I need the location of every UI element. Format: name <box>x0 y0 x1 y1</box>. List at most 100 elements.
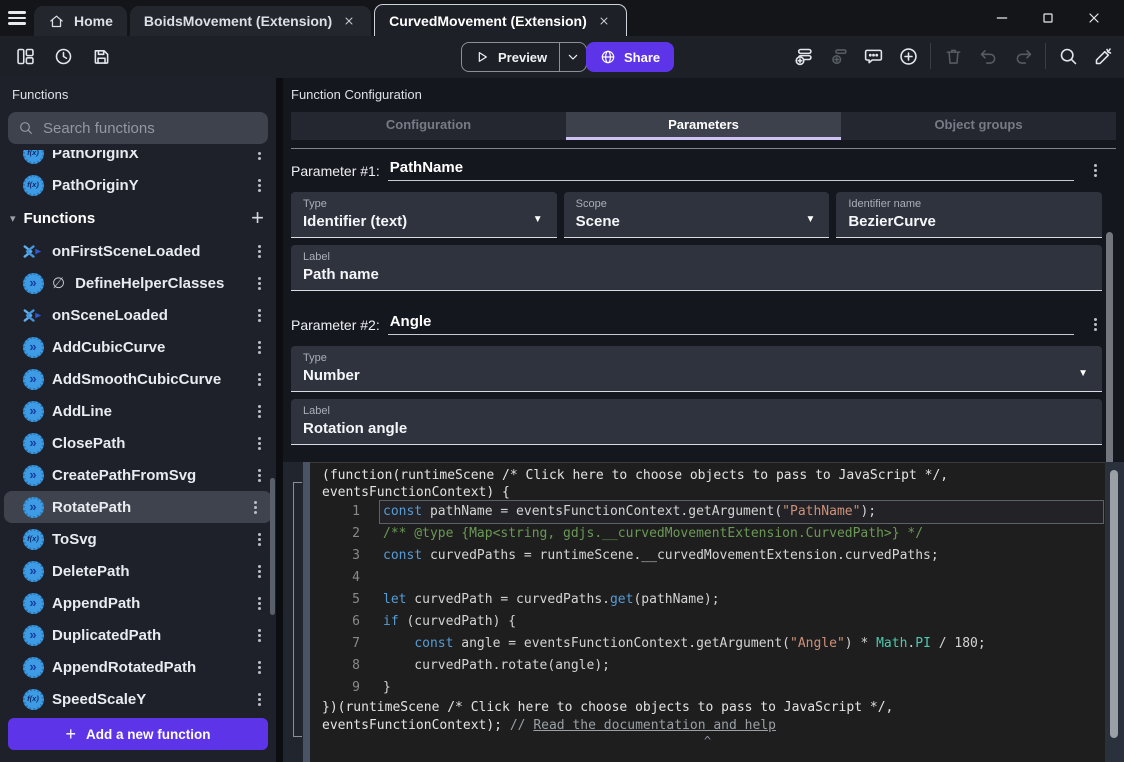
fields-row: TypeNumber▼ <box>291 346 1102 392</box>
code-line-9[interactable]: 9} <box>310 677 1105 699</box>
save-icon[interactable] <box>88 43 114 69</box>
parameter-name-input[interactable]: Angle <box>388 313 1074 335</box>
tab-configuration[interactable]: Configuration <box>291 112 566 140</box>
item-menu-icon[interactable] <box>252 244 266 258</box>
parameter-name-input[interactable]: PathName <box>388 159 1074 181</box>
tab-object-groups[interactable]: Object groups <box>841 112 1116 140</box>
item-menu-icon[interactable] <box>252 308 266 322</box>
event-drag-handle[interactable] <box>303 462 310 762</box>
search-icon[interactable] <box>1055 43 1081 69</box>
tab-parameters[interactable]: Parameters <box>566 112 841 140</box>
item-menu-icon[interactable] <box>252 660 266 674</box>
hamburger-menu-icon[interactable] <box>0 3 34 33</box>
tab-boidsmovement-extension-[interactable]: BoidsMovement (Extension) <box>130 6 371 36</box>
search-functions-input[interactable]: Search functions <box>8 112 268 144</box>
type-field[interactable]: TypeIdentifier (text)▼ <box>291 192 557 238</box>
add-function-plus-icon[interactable]: + <box>251 207 264 229</box>
sidebar-item-addsmoothcubiccurve[interactable]: »AddSmoothCubicCurve <box>0 363 276 395</box>
sidebar-item-onsceneloaded[interactable]: onSceneLoaded <box>0 299 276 331</box>
sidebar-item-addline[interactable]: »AddLine <box>0 395 276 427</box>
item-menu-icon[interactable] <box>252 372 266 386</box>
item-menu-icon[interactable] <box>252 468 266 482</box>
functions-list: f(x)PathOriginXf(x)PathOriginY▾Functions… <box>0 150 276 712</box>
item-menu-icon[interactable] <box>252 404 266 418</box>
label-field[interactable]: LabelPath name <box>291 245 1102 291</box>
item-menu-icon[interactable] <box>252 436 266 450</box>
function-name: ClosePath <box>52 435 244 452</box>
collapse-triangle-icon[interactable]: ▾ <box>10 212 16 225</box>
sidebar-item-addcubiccurve[interactable]: »AddCubicCurve <box>0 331 276 363</box>
edit-scene-icon[interactable] <box>1090 43 1116 69</box>
sidebar-item-closepath[interactable]: »ClosePath <box>0 427 276 459</box>
code-wrapper-line[interactable]: (function(runtimeScene /* Click here to … <box>310 468 1105 485</box>
label-field[interactable]: LabelRotation angle <box>291 399 1102 445</box>
item-menu-icon[interactable] <box>1088 163 1102 177</box>
item-menu-icon[interactable] <box>252 178 266 192</box>
sidebar-scrollbar[interactable] <box>270 478 275 615</box>
scope-field[interactable]: ScopeScene▼ <box>564 192 830 238</box>
sidebar-item-appendrotatedpath[interactable]: »AppendRotatedPath <box>0 651 276 683</box>
sidebar-item-rotatepath[interactable]: »RotatePath <box>4 491 272 523</box>
code-wrapper-footer[interactable]: })(runtimeScene /* Click here to choose … <box>310 700 1105 717</box>
code-editor[interactable]: (function(runtimeScene /* Click here to … <box>310 462 1105 762</box>
item-menu-icon[interactable] <box>252 628 266 642</box>
item-menu-icon[interactable] <box>248 500 262 514</box>
code-line-3[interactable]: 3const curvedPaths = runtimeScene.__curv… <box>310 545 1105 567</box>
tab-home[interactable]: Home <box>34 6 127 36</box>
code-line-1[interactable]: 1const pathName = eventsFunctionContext.… <box>310 501 1105 523</box>
sidebar-item-pathoriginy[interactable]: f(x)PathOriginY <box>0 169 276 201</box>
documentation-link[interactable]: Read the documentation and help <box>533 718 776 733</box>
sidebar-item-onfirstsceneloaded[interactable]: onFirstSceneLoaded <box>0 235 276 267</box>
sidebar-item-deletepath[interactable]: »DeletePath <box>0 555 276 587</box>
item-menu-icon[interactable] <box>252 532 266 546</box>
sidebar-item-definehelperclasses[interactable]: »∅DefineHelperClasses <box>0 267 276 299</box>
close-window-icon[interactable] <box>1086 10 1102 26</box>
item-menu-icon[interactable] <box>252 564 266 578</box>
sidebar-item-createpathfromsvg[interactable]: »CreatePathFromSvg <box>0 459 276 491</box>
sidebar-item-appendpath[interactable]: »AppendPath <box>0 587 276 619</box>
toolbar: Preview Share <box>0 36 1124 78</box>
tab-curvedmovement-extension-[interactable]: CurvedMovement (Extension) <box>374 4 627 36</box>
item-menu-icon[interactable] <box>252 276 266 290</box>
add-circle-icon[interactable] <box>895 43 921 69</box>
add-new-function-button[interactable]: + Add a new function <box>8 718 268 750</box>
add-event-icon[interactable] <box>790 43 816 69</box>
share-button[interactable]: Share <box>586 42 674 72</box>
sidebar-item-tosvg[interactable]: f(x)ToSvg <box>0 523 276 555</box>
sidebar-item-speedscaley[interactable]: f(x)SpeedScaleY <box>0 683 276 712</box>
item-menu-icon[interactable] <box>252 340 266 354</box>
item-menu-icon[interactable] <box>252 692 266 706</box>
preview-dropdown-button[interactable] <box>560 49 586 65</box>
globe-icon <box>600 49 616 65</box>
item-menu-icon[interactable] <box>252 150 266 160</box>
code-line-7[interactable]: 7 const angle = eventsFunctionContext.ge… <box>310 633 1105 655</box>
code-line-5[interactable]: 5let curvedPath = curvedPaths.get(pathNa… <box>310 589 1105 611</box>
editor-scrollbar[interactable] <box>1110 470 1118 738</box>
code-wrapper-line[interactable]: eventsFunctionContext) { <box>310 485 1105 502</box>
expression-function-icon: f(x) <box>22 150 44 164</box>
maximize-window-icon[interactable] <box>1040 10 1056 26</box>
close-tab-icon[interactable] <box>596 13 612 29</box>
function-name: CreatePathFromSvg <box>52 467 244 484</box>
parameter-header-1: Parameter #1:PathName <box>291 149 1102 185</box>
item-menu-icon[interactable] <box>252 596 266 610</box>
code-line-2[interactable]: 2/** @type {Map<string, gdjs.__curvedMov… <box>310 523 1105 545</box>
item-menu-icon[interactable] <box>1088 317 1102 331</box>
sidebar-item-pathoriginx[interactable]: f(x)PathOriginX <box>0 150 276 169</box>
close-tab-icon[interactable] <box>341 13 357 29</box>
identifier-name-field[interactable]: Identifier nameBezierCurve <box>836 192 1102 238</box>
dropdown-arrow-icon: ▼ <box>805 214 815 225</box>
collapse-code-caret[interactable]: ^ <box>310 734 1105 748</box>
minimize-window-icon[interactable] <box>994 10 1010 26</box>
sidebar-item-duplicatedpath[interactable]: »DuplicatedPath <box>0 619 276 651</box>
project-manager-icon[interactable] <box>12 43 38 69</box>
parameters-scrollbar[interactable] <box>1106 232 1113 472</box>
type-field[interactable]: TypeNumber▼ <box>291 346 1102 392</box>
history-icon[interactable] <box>50 43 76 69</box>
code-line-4[interactable]: 4 <box>310 567 1105 589</box>
code-line-6[interactable]: 6if (curvedPath) { <box>310 611 1105 633</box>
tab-label: Home <box>74 13 113 29</box>
add-comment-icon[interactable] <box>860 43 886 69</box>
preview-button[interactable]: Preview <box>461 42 587 72</box>
code-line-8[interactable]: 8 curvedPath.rotate(angle); <box>310 655 1105 677</box>
